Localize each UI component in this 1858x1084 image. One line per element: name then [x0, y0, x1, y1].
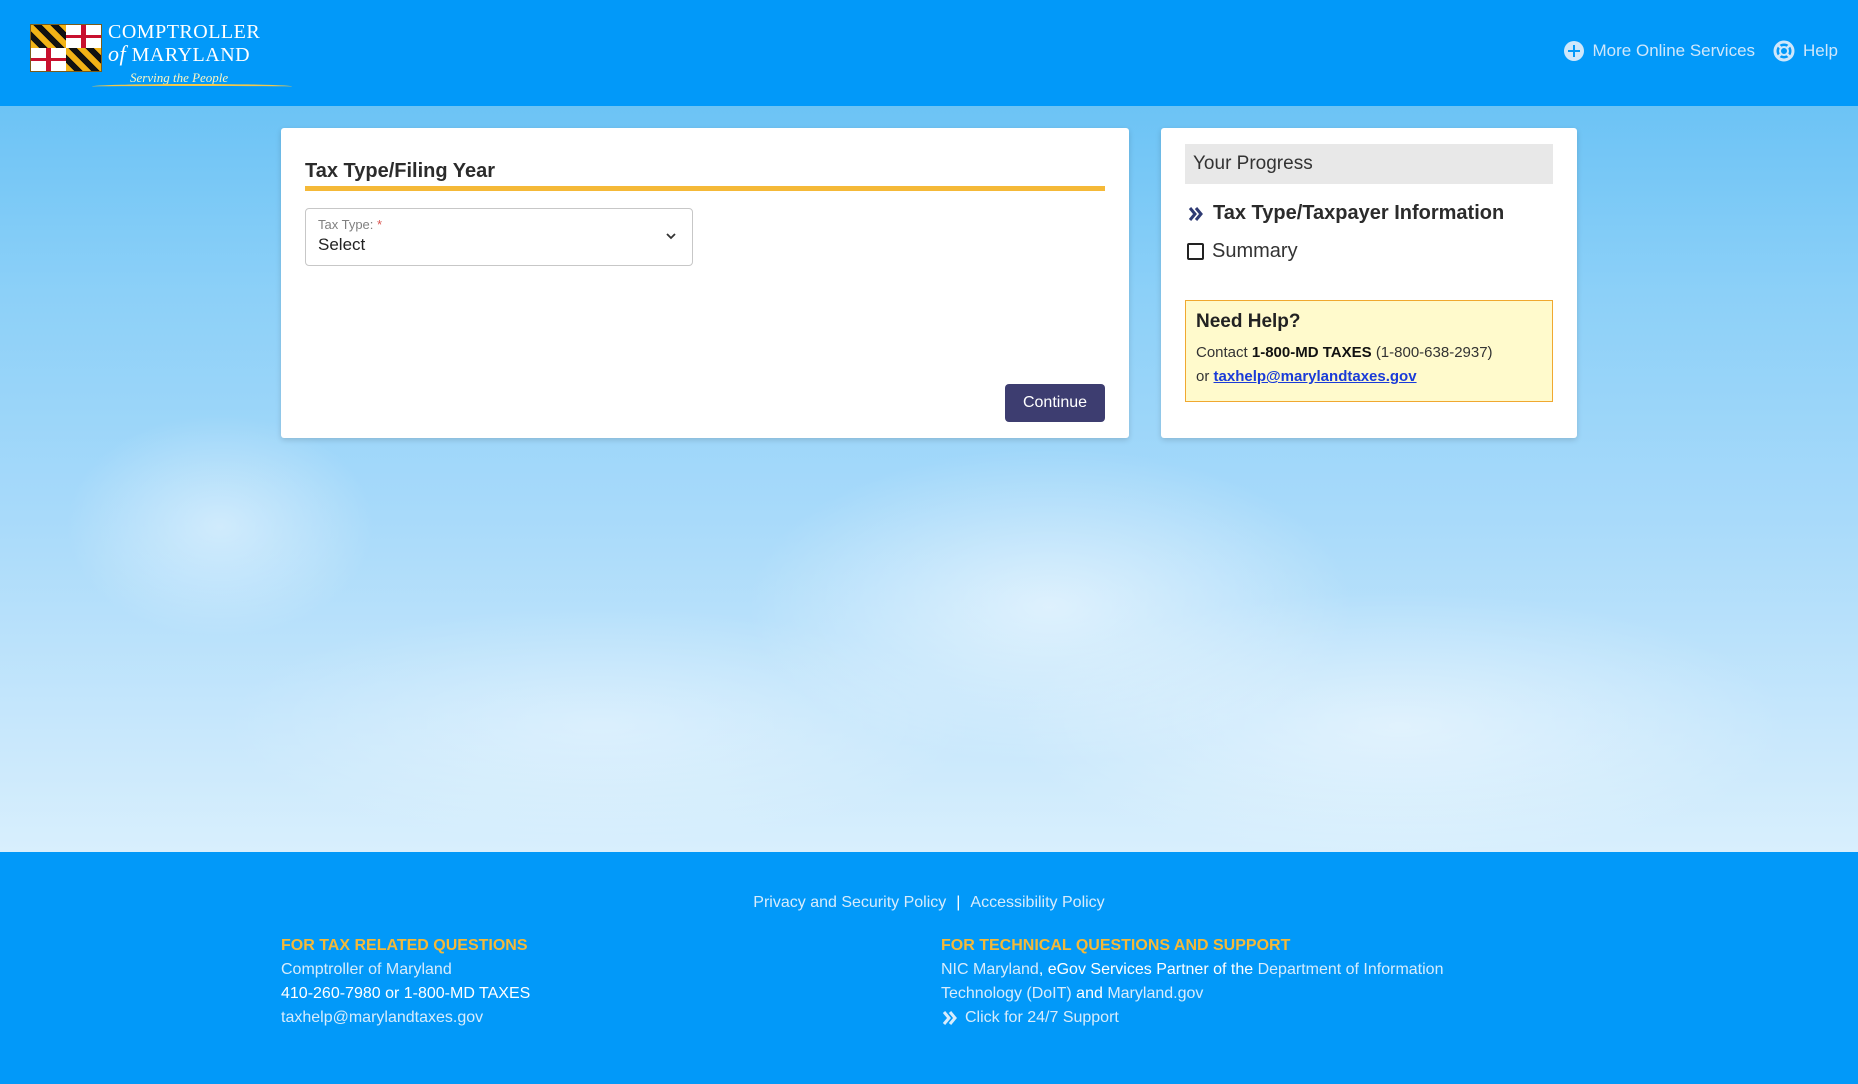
- tax-type-value: Select: [318, 235, 366, 254]
- tech-support-heading: FOR TECHNICAL QUESTIONS AND SUPPORT: [941, 937, 1291, 954]
- and-text: and: [1076, 985, 1103, 1002]
- tax-questions-heading: FOR TAX RELATED QUESTIONS: [281, 937, 528, 954]
- maryland-gov-link[interactable]: Maryland.gov: [1107, 985, 1203, 1002]
- plus-circle-icon: [1563, 41, 1584, 61]
- site-footer: Privacy and Security Policy | Accessibilit…: [0, 852, 1858, 1084]
- help-phone-name: 1-800-MD TAXES: [1251, 344, 1372, 361]
- need-help-box: Need Help? Contact 1-800-MD TAXES (1-800…: [1185, 300, 1553, 402]
- privacy-policy-link[interactable]: Privacy and Security Policy: [753, 894, 946, 911]
- tax-email-link[interactable]: taxhelp@marylandtaxes.gov: [281, 1006, 530, 1030]
- need-help-title: Need Help?: [1196, 311, 1301, 332]
- tax-phone-text: 410-260-7980 or 1-800-MD TAXES: [281, 985, 531, 1002]
- accessibility-policy-link[interactable]: Accessibility Policy: [970, 894, 1104, 911]
- logo-line-2: of MARYLAND: [108, 41, 260, 66]
- help-label: Help: [1803, 41, 1838, 60]
- logo-of: of: [108, 41, 127, 66]
- logo-line-1: COMPTROLLER: [108, 21, 261, 43]
- footer-tax-questions: FOR TAX RELATED QUESTIONS Comptroller of…: [281, 934, 530, 1030]
- help-phone-number: (1-800-638-2937): [1375, 344, 1493, 361]
- logo-maryland: MARYLAND: [131, 44, 251, 66]
- partner-text: , eGov Services Partner of the: [1038, 961, 1254, 978]
- help-email-link[interactable]: taxhelp@marylandtaxes.gov: [1214, 368, 1417, 385]
- logo-swoosh: [92, 84, 292, 89]
- support-link[interactable]: Click for 24/7 Support: [941, 1006, 1521, 1030]
- logo-wordmark: COMPTROLLER of MARYLAND Serving the Peop…: [108, 22, 260, 84]
- chevron-down-icon: [666, 233, 676, 240]
- double-chevron-right-icon: [942, 1011, 957, 1025]
- footer-policy-links: Privacy and Security Policy | Accessibilit…: [0, 894, 1858, 912]
- more-online-services-label: More Online Services: [1592, 41, 1756, 60]
- maryland-flag-icon: [30, 24, 102, 72]
- support-link-label: Click for 24/7 Support: [965, 1009, 1119, 1026]
- nic-maryland-link[interactable]: NIC Maryland: [941, 961, 1039, 978]
- comptroller-logo[interactable]: COMPTROLLER of MARYLAND Serving the Peop…: [30, 22, 292, 90]
- required-mark: *: [377, 217, 383, 232]
- section-title: Tax Type/Filing Year: [305, 160, 496, 182]
- more-online-services-link[interactable]: More Online Services: [1563, 40, 1756, 62]
- tax-type-label: Tax Type: *: [318, 217, 382, 232]
- title-divider: [305, 186, 1105, 191]
- tax-type-label-text: Tax Type:: [318, 217, 374, 232]
- footer-separator: |: [956, 894, 961, 911]
- footer-tech-support: FOR TECHNICAL QUESTIONS AND SUPPORT NIC …: [941, 934, 1521, 1030]
- site-header: COMPTROLLER of MARYLAND Serving the Peop…: [0, 0, 1858, 106]
- progress-step-label: Tax Type/Taxpayer Information: [1213, 202, 1505, 224]
- double-chevron-right-icon: [1188, 206, 1203, 221]
- continue-button[interactable]: Continue: [1005, 384, 1105, 422]
- checkbox-empty-icon: [1187, 243, 1204, 260]
- comptroller-link[interactable]: Comptroller of Maryland: [281, 958, 530, 982]
- progress-title: Your Progress: [1185, 144, 1553, 184]
- logo-tagline: Serving the People: [130, 70, 229, 85]
- lifebuoy-icon: [1773, 40, 1795, 62]
- progress-step-pending: Summary: [1187, 240, 1298, 263]
- top-nav: More Online Services Help: [1563, 40, 1838, 62]
- help-contact-text: Contact 1-800-MD TAXES (1-800-638-2937) …: [1196, 341, 1542, 389]
- progress-step-current: Tax Type/Taxpayer Information: [1187, 202, 1504, 225]
- tax-type-card: Tax Type/Filing Year Tax Type: * Select …: [281, 128, 1129, 438]
- tech-support-text: NIC Maryland, eGov Services Partner of t…: [941, 958, 1521, 1006]
- help-link[interactable]: Help: [1773, 40, 1838, 62]
- help-contact-prefix: Contact: [1196, 344, 1248, 361]
- help-or: or: [1196, 368, 1210, 385]
- progress-card: Your Progress Tax Type/Taxpayer Informat…: [1161, 128, 1577, 438]
- progress-step-label: Summary: [1212, 240, 1298, 262]
- tax-type-select[interactable]: Tax Type: * Select: [305, 208, 693, 266]
